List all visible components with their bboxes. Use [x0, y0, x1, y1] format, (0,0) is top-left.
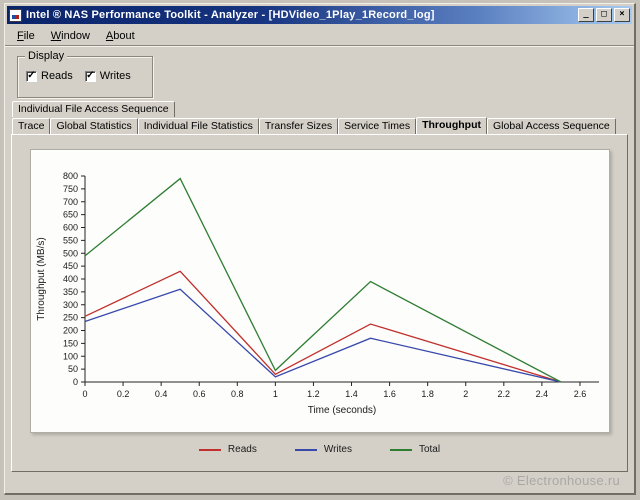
chart-legend: Reads Writes Total	[12, 444, 627, 455]
legend-label-total: Total	[418, 444, 441, 455]
svg-text:550: 550	[62, 235, 77, 245]
title-bar: Intel ® NAS Performance Toolkit - Analyz…	[7, 6, 632, 24]
total-line-icon	[389, 448, 412, 451]
display-groupbox: Display ✓ Reads ✓ Writes	[17, 50, 153, 98]
svg-text:1: 1	[272, 389, 277, 399]
maximize-button-icon[interactable]: □	[596, 8, 612, 22]
tab-individual-file-statistics[interactable]: Individual File Statistics	[137, 118, 259, 134]
writes-checkbox-box[interactable]: ✓	[84, 69, 96, 82]
legend-item-reads: Reads	[198, 444, 257, 455]
svg-text:Time (seconds): Time (seconds)	[307, 405, 376, 416]
svg-text:700: 700	[62, 197, 77, 207]
svg-text:Throughput (MB/s): Throughput (MB/s)	[36, 237, 47, 320]
menu-bar: File Window About	[5, 26, 634, 46]
menu-file[interactable]: File	[9, 28, 43, 44]
throughput-tab-page: 0 50 100 150 200 250 300 350 400 450 500 550 600 650 7…	[11, 134, 628, 472]
svg-text:650: 650	[62, 210, 77, 220]
tab-throughput[interactable]: Throughput	[416, 117, 488, 134]
legend-item-total: Total	[389, 444, 441, 455]
svg-text:350: 350	[62, 287, 77, 297]
writes-checkbox-label: Writes	[99, 70, 131, 82]
svg-text:500: 500	[62, 248, 77, 258]
tab-transfer-sizes[interactable]: Transfer Sizes	[258, 118, 339, 134]
reads-checkbox-label: Reads	[41, 70, 73, 82]
tab-service-times[interactable]: Service Times	[338, 118, 417, 134]
svg-text:1.6: 1.6	[383, 389, 396, 399]
svg-text:1.2: 1.2	[307, 389, 320, 399]
display-group-label: Display	[25, 50, 68, 62]
svg-text:0.2: 0.2	[116, 389, 129, 399]
svg-text:100: 100	[62, 351, 77, 361]
minimize-button-icon[interactable]: _	[578, 8, 594, 22]
app-window: Intel ® NAS Performance Toolkit - Analyz…	[4, 3, 636, 495]
legend-item-writes: Writes	[294, 444, 352, 455]
svg-text:400: 400	[62, 274, 77, 284]
svg-text:750: 750	[62, 184, 77, 194]
chart-panel: 0 50 100 150 200 250 300 350 400 450 500 550 600 650 7…	[29, 149, 610, 433]
writes-line-icon	[294, 448, 317, 451]
watermark-text: © Electronhouse.ru	[503, 473, 620, 488]
reads-checkbox[interactable]: ✓ Reads	[26, 70, 73, 82]
svg-text:2: 2	[463, 389, 468, 399]
tab-trace[interactable]: Trace	[12, 118, 51, 134]
writes-checkbox[interactable]: ✓ Writes	[84, 69, 131, 82]
svg-text:0: 0	[82, 389, 87, 399]
app-icon	[9, 8, 22, 22]
svg-text:0: 0	[72, 377, 77, 387]
svg-text:150: 150	[62, 338, 77, 348]
svg-text:200: 200	[62, 326, 77, 336]
tab-global-statistics[interactable]: Global Statistics	[50, 118, 138, 134]
tab-individual-file-access-sequence[interactable]: Individual File Access Sequence	[12, 101, 175, 117]
legend-label-reads: Reads	[227, 444, 257, 455]
svg-text:600: 600	[62, 223, 77, 233]
tab-global-access-sequence[interactable]: Global Access Sequence	[487, 118, 616, 134]
svg-text:0.4: 0.4	[154, 389, 167, 399]
svg-text:450: 450	[62, 261, 77, 271]
svg-text:1.4: 1.4	[345, 389, 358, 399]
window-title: Intel ® NAS Performance Toolkit - Analyz…	[26, 9, 435, 21]
close-button-icon[interactable]: ×	[614, 8, 630, 22]
svg-text:800: 800	[62, 171, 77, 181]
reads-line-icon	[198, 448, 221, 451]
menu-about[interactable]: About	[98, 28, 143, 44]
tab-strip: Individual File Access Sequence Trace Gl…	[5, 100, 634, 134]
svg-text:250: 250	[62, 313, 77, 323]
svg-text:1.8: 1.8	[421, 389, 434, 399]
svg-text:300: 300	[62, 300, 77, 310]
reads-checkbox-box[interactable]: ✓	[26, 69, 37, 82]
check-icon: ✓	[86, 69, 95, 81]
svg-text:2.4: 2.4	[535, 389, 548, 399]
check-icon: ✓	[27, 69, 36, 81]
display-area: Display ✓ Reads ✓ Writes	[5, 46, 634, 100]
svg-text:2.2: 2.2	[497, 389, 510, 399]
svg-text:50: 50	[67, 364, 77, 374]
svg-text:0.8: 0.8	[231, 389, 244, 399]
legend-label-writes: Writes	[323, 444, 352, 455]
menu-window[interactable]: Window	[43, 28, 98, 44]
throughput-chart-svg: 0 50 100 150 200 250 300 350 400 450 500 550 600 650 7…	[36, 171, 599, 416]
svg-text:2.6: 2.6	[573, 389, 586, 399]
svg-text:0.6: 0.6	[192, 389, 205, 399]
